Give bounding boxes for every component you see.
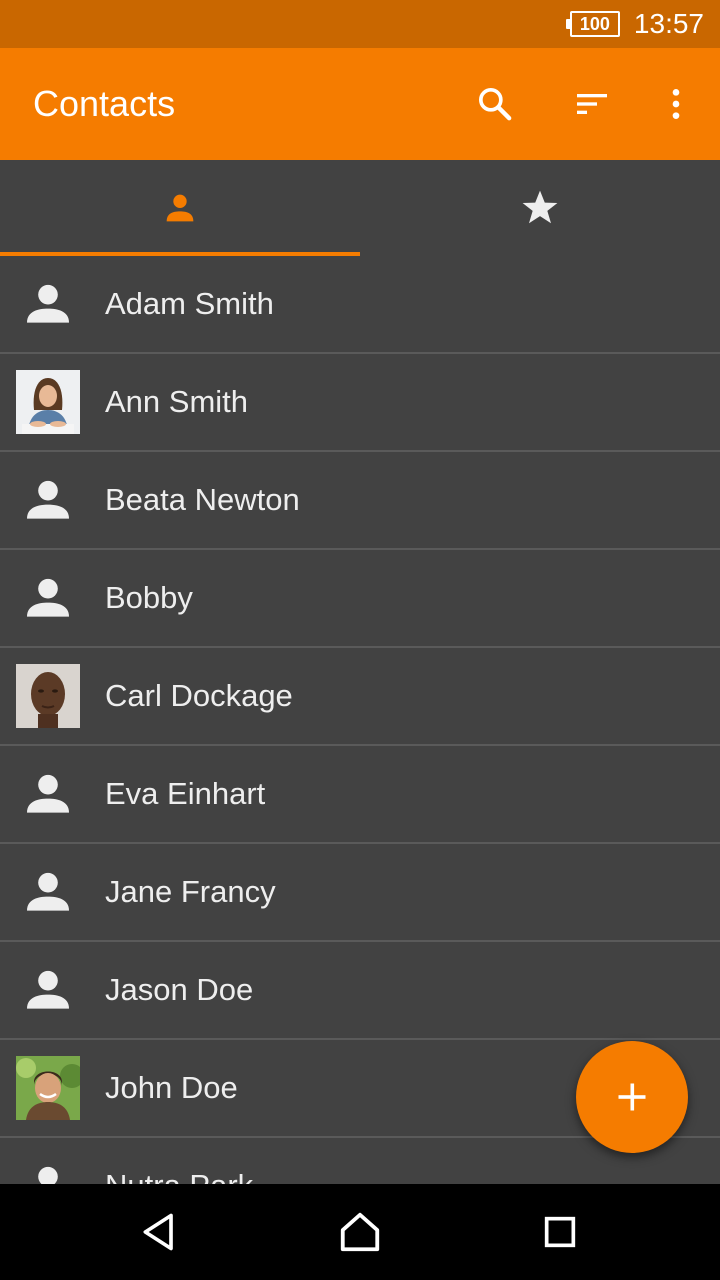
avatar xyxy=(16,566,80,630)
recents-icon xyxy=(544,1216,576,1248)
contact-name: Jason Doe xyxy=(105,972,254,1007)
person-icon xyxy=(27,578,69,617)
contact-name: Ann Smith xyxy=(105,384,249,419)
star-icon xyxy=(522,190,558,224)
contact-name: Nutra Park xyxy=(105,1168,253,1184)
contact-photo xyxy=(16,370,80,434)
person-icon xyxy=(38,1166,58,1184)
recents-button[interactable] xyxy=(536,1208,584,1256)
person-icon xyxy=(27,970,69,1009)
back-button[interactable] xyxy=(136,1208,184,1256)
list-item[interactable]: Carl Dockage xyxy=(0,648,720,746)
tab-bar xyxy=(0,160,720,256)
app-bar: Contacts xyxy=(0,48,720,160)
list-item[interactable]: Beata Newton xyxy=(0,452,720,550)
battery-level: 100 xyxy=(569,11,620,37)
clock: 13:57 xyxy=(633,8,704,39)
person-icon xyxy=(27,480,69,519)
status-bar: 100 13:57 xyxy=(0,0,720,48)
contact-name: Carl Dockage xyxy=(105,678,293,713)
contact-name: Adam Smith xyxy=(105,286,274,321)
list-item[interactable]: Ann Smith xyxy=(0,354,720,452)
person-icon xyxy=(27,774,69,813)
person-icon xyxy=(166,194,194,222)
contact-name: Jane Francy xyxy=(105,874,276,909)
contact-name: Bobby xyxy=(105,580,193,615)
avatar xyxy=(16,860,80,924)
list-item[interactable]: Jane Francy xyxy=(0,844,720,942)
avatar xyxy=(16,1056,80,1120)
avatar xyxy=(16,272,80,336)
back-icon xyxy=(143,1213,173,1251)
tab-contacts[interactable] xyxy=(0,160,360,256)
avatar xyxy=(16,958,80,1022)
avatar xyxy=(16,370,80,434)
more-vert-icon xyxy=(672,89,680,119)
avatar xyxy=(16,664,80,728)
avatar xyxy=(16,468,80,532)
overflow-menu-button[interactable] xyxy=(644,72,708,136)
avatar xyxy=(16,762,80,826)
contact-name: Eva Einhart xyxy=(105,776,266,811)
home-icon xyxy=(340,1212,380,1252)
list-item[interactable]: Bobby xyxy=(0,550,720,648)
list-item[interactable]: Adam Smith xyxy=(0,256,720,354)
contact-photo xyxy=(16,664,80,728)
tab-favorites[interactable] xyxy=(360,160,720,256)
contact-name: John Doe xyxy=(105,1070,238,1105)
sort-icon xyxy=(577,94,607,114)
list-item[interactable]: Jason Doe xyxy=(0,942,720,1040)
search-button[interactable] xyxy=(463,72,527,136)
contact-photo xyxy=(16,1056,80,1120)
person-icon xyxy=(27,872,69,911)
search-icon xyxy=(479,88,512,121)
battery-indicator: 100 xyxy=(565,11,620,37)
person-icon xyxy=(27,284,69,323)
avatar xyxy=(16,1154,80,1184)
add-contact-button[interactable] xyxy=(576,1041,688,1153)
contact-name: Beata Newton xyxy=(105,482,300,517)
list-item[interactable]: Eva Einhart xyxy=(0,746,720,844)
sort-button[interactable] xyxy=(560,72,624,136)
navigation-bar xyxy=(0,1184,720,1280)
home-button[interactable] xyxy=(336,1208,384,1256)
add-icon xyxy=(618,1083,646,1111)
